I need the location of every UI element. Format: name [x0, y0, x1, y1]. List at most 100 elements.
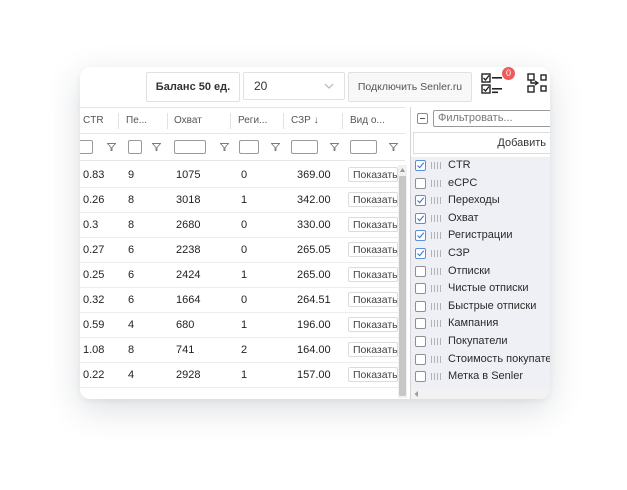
filter-row: [80, 134, 405, 161]
connect-senler-button[interactable]: Подключить Senler.ru: [348, 72, 472, 102]
table-row[interactable]: 0.22 4 2928 1 157.00 Показать: [80, 363, 405, 388]
drag-handle-icon[interactable]: [431, 302, 441, 310]
column-list-horizontal-scrollbar[interactable]: [411, 389, 550, 399]
checkbox-unchecked[interactable]: [415, 318, 426, 330]
column-option-unsubscribes[interactable]: Отписки: [411, 263, 550, 281]
checkbox-unchecked[interactable]: [415, 177, 426, 189]
drag-handle-icon[interactable]: [431, 250, 441, 257]
col-header-szr[interactable]: СЗР ↓: [291, 108, 319, 134]
checkbox-unchecked[interactable]: [415, 336, 426, 347]
col-header-ad-view[interactable]: Вид о...: [350, 108, 385, 134]
column-separator[interactable]: [230, 113, 231, 129]
checkbox-checked[interactable]: [415, 248, 426, 259]
col-header-clicks[interactable]: Пе...: [126, 108, 147, 134]
column-option-campaign[interactable]: Кампания: [411, 315, 550, 333]
checkbox-checked[interactable]: [415, 212, 426, 224]
show-ad-button[interactable]: Показать: [348, 317, 398, 332]
column-option-fast-unsubscribes[interactable]: Быстрые отписки: [411, 298, 550, 316]
drag-handle-icon[interactable]: [431, 373, 441, 381]
filter-input-clicks[interactable]: [128, 140, 142, 154]
checkbox-unchecked[interactable]: [415, 300, 426, 312]
column-separator[interactable]: [167, 113, 168, 129]
table-row[interactable]: 0.3 8 2680 0 330.00 Показать: [80, 213, 405, 238]
column-settings-icon[interactable]: [526, 71, 550, 97]
column-option-ecpc[interactable]: eCPC: [411, 175, 550, 193]
balance-button[interactable]: Баланс 50 ед.: [146, 72, 240, 102]
col-header-reach[interactable]: Охват: [174, 108, 202, 134]
funnel-icon[interactable]: [271, 143, 280, 151]
column-option-net-unsubscribes[interactable]: Чистые отписки: [411, 280, 550, 298]
show-ad-button[interactable]: Показать: [348, 217, 398, 232]
table-row[interactable]: 1.08 8 741 2 164.00 Показать: [80, 338, 405, 363]
funnel-icon[interactable]: [220, 143, 229, 151]
show-ad-button[interactable]: Показать: [348, 192, 398, 207]
column-option-registrations[interactable]: Регистрации: [411, 227, 550, 245]
table-row[interactable]: 0.25 6 2424 1 265.00 Показать: [80, 263, 405, 288]
filter-input-ad-view[interactable]: [350, 140, 377, 154]
column-separator[interactable]: [118, 113, 119, 129]
column-option-clicks[interactable]: Переходы: [411, 192, 550, 210]
checkbox-unchecked[interactable]: [415, 283, 426, 295]
column-option-buyer-cost[interactable]: Стоимость покупателя: [411, 351, 550, 369]
table-row[interactable]: 0.83 9 1075 0 369.00 Показать: [80, 163, 405, 188]
drag-handle-icon[interactable]: [431, 285, 441, 293]
cell-clicks: 4: [128, 369, 135, 381]
ads-stats-card: Баланс 50 ед. 20 Подключить Senler.ru 0 …: [80, 67, 550, 399]
column-option-szr[interactable]: СЗР: [411, 245, 550, 263]
cell-ctr: 0.59: [83, 319, 105, 331]
connect-senler-label: Подключить Senler.ru: [357, 81, 463, 93]
funnel-icon[interactable]: [107, 143, 116, 151]
checkbox-unchecked[interactable]: [415, 371, 426, 383]
column-option-buyers[interactable]: Покупатели: [411, 333, 550, 351]
funnel-icon[interactable]: [330, 143, 339, 151]
checkbox-checked[interactable]: [415, 195, 426, 207]
filter-input-ctr[interactable]: [80, 140, 93, 154]
drag-handle-icon[interactable]: [431, 338, 441, 345]
table-row[interactable]: 0.32 6 1664 0 264.51 Показать: [80, 288, 405, 313]
funnel-icon[interactable]: [389, 143, 398, 151]
column-option-label: СЗР: [448, 247, 470, 259]
scroll-left-arrow-icon[interactable]: [413, 390, 420, 398]
checkbox-checked[interactable]: [415, 230, 426, 242]
filter-input-registrations[interactable]: [239, 140, 259, 154]
cell-clicks: 9: [128, 169, 135, 181]
show-ad-button[interactable]: Показать: [348, 367, 398, 382]
page-size-select[interactable]: 20: [243, 72, 345, 100]
scroll-up-arrow-icon[interactable]: [399, 166, 406, 174]
filter-input-reach[interactable]: [174, 140, 206, 154]
drag-handle-icon[interactable]: [431, 179, 441, 187]
table-row[interactable]: 0.26 8 3018 1 342.00 Показать: [80, 188, 405, 213]
show-ad-button[interactable]: Показать: [348, 167, 398, 182]
funnel-icon[interactable]: [152, 143, 161, 151]
checkbox-unchecked[interactable]: [415, 265, 426, 277]
table-row[interactable]: 0.27 6 2238 0 265.05 Показать: [80, 238, 405, 263]
checkbox-checked[interactable]: [415, 160, 426, 171]
show-ad-button[interactable]: Показать: [348, 242, 398, 257]
drag-handle-icon[interactable]: [431, 232, 441, 240]
deselect-all-checkbox[interactable]: [417, 113, 428, 124]
col-header-ctr[interactable]: CTR: [83, 108, 104, 134]
column-option-ctr[interactable]: CTR: [411, 157, 550, 175]
add-columns-button[interactable]: Добавить: [413, 132, 550, 154]
drag-handle-icon[interactable]: [431, 162, 441, 169]
column-filter-input[interactable]: Фильтровать...: [433, 110, 550, 127]
table-scrollbar-thumb[interactable]: [399, 176, 406, 396]
drag-handle-icon[interactable]: [431, 197, 441, 205]
cell-szr: 330.00: [297, 219, 331, 231]
drag-handle-icon[interactable]: [431, 320, 441, 328]
drag-handle-icon[interactable]: [431, 355, 441, 363]
checkbox-unchecked[interactable]: [415, 353, 426, 365]
drag-handle-icon[interactable]: [431, 267, 441, 275]
column-separator[interactable]: [342, 113, 343, 129]
cell-szr: 369.00: [297, 169, 331, 181]
table-row[interactable]: 0.59 4 680 1 196.00 Показать: [80, 313, 405, 338]
column-separator[interactable]: [283, 113, 284, 129]
show-ad-button[interactable]: Показать: [348, 292, 398, 307]
col-header-registrations[interactable]: Реги...: [238, 108, 267, 134]
drag-handle-icon[interactable]: [431, 214, 441, 222]
column-option-senler-tag[interactable]: Метка в Senler: [411, 368, 550, 386]
show-ad-button[interactable]: Показать: [348, 342, 398, 357]
filter-input-szr[interactable]: [291, 140, 318, 154]
show-ad-button[interactable]: Показать: [348, 267, 398, 282]
column-option-reach[interactable]: Охват: [411, 210, 550, 228]
